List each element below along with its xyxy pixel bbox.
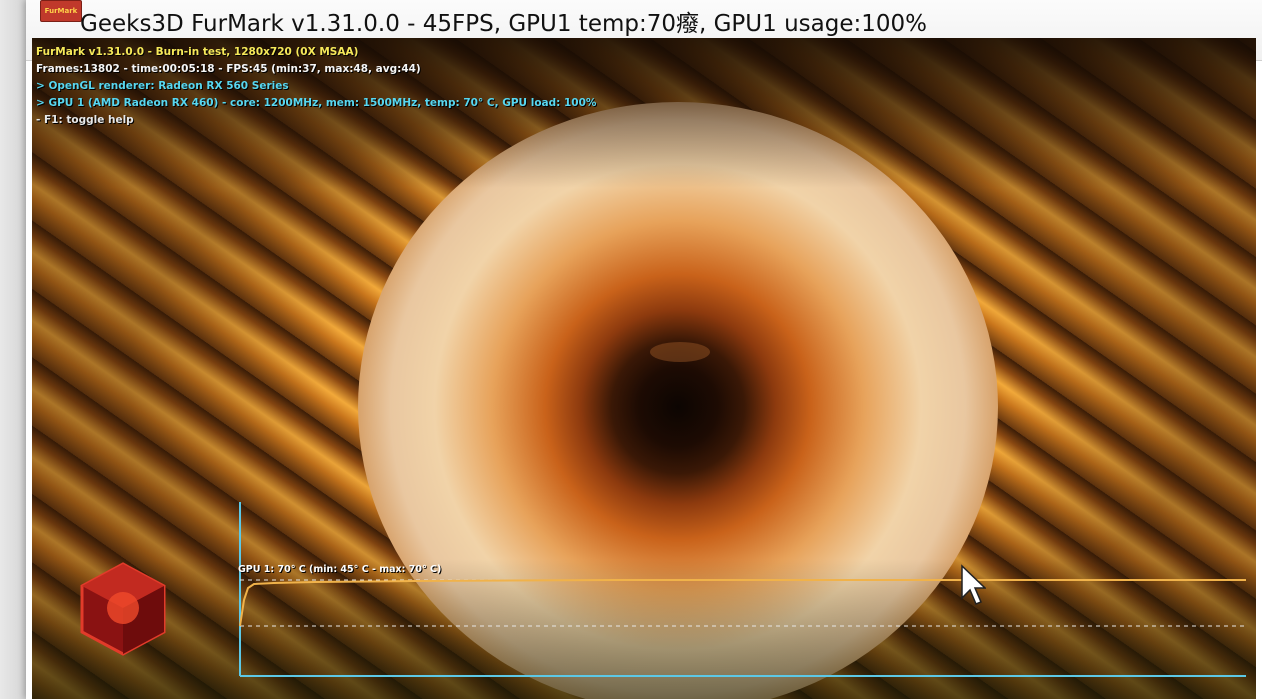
pupil-highlight: [650, 342, 710, 362]
hud-overlay: FurMark v1.31.0.0 - Burn-in test, 1280x7…: [36, 44, 596, 129]
hud-gpu-info: > GPU 1 (AMD Radeon RX 460) - core: 1200…: [36, 97, 597, 109]
render-canvas[interactable]: FurMark v1.31.0.0 - Burn-in test, 1280x7…: [32, 38, 1256, 699]
furmark-cube-logo-icon: [80, 562, 166, 656]
furmark-logo-icon: FurMark: [40, 0, 82, 22]
hud-frame-stats: Frames:13802 - time:00:05:18 - FPS:45 (m…: [36, 63, 421, 75]
temperature-graph-label: GPU 1: 70° C (min: 45° C - max: 70° C): [238, 564, 442, 575]
hud-help-hint: - F1: toggle help: [36, 114, 134, 126]
mouse-pointer-icon: [961, 564, 986, 605]
temperature-graph-plot: [239, 502, 1246, 677]
temperature-line: [239, 579, 1246, 627]
temperature-graph: GPU 1: 70° C (min: 45° C - max: 70° C): [214, 500, 1250, 680]
hud-renderer: > OpenGL renderer: Radeon RX 560 Series: [36, 80, 289, 92]
window-title: Geeks3D FurMark v1.31.0.0 - 45FPS, GPU1 …: [80, 11, 927, 37]
furmark-window: FurMark Geeks3D FurMark v1.31.0.0 - 45FP…: [26, 0, 1262, 699]
hud-test-info: FurMark v1.31.0.0 - Burn-in test, 1280x7…: [36, 46, 359, 58]
